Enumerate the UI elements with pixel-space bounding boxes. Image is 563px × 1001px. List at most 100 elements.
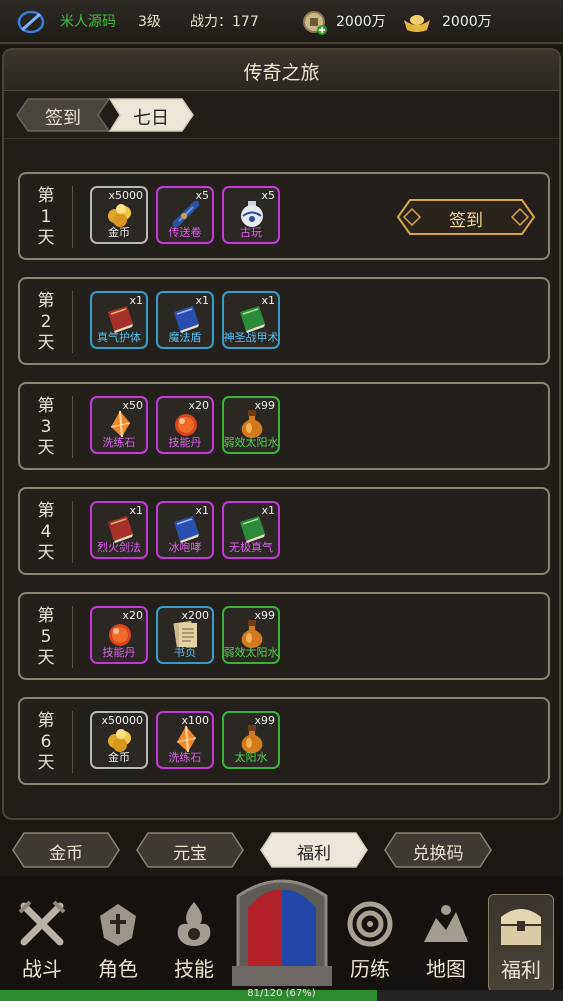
item-quantity: x20 — [188, 399, 209, 412]
day-reward-card: 第 6 天 x50000 金币 x100 洗练石 x99 太阳水 — [18, 697, 550, 785]
experience-text: 81/120 (67%) — [247, 988, 316, 999]
day-label-char: 第 — [37, 396, 55, 416]
nav-item[interactable]: 福利 — [488, 894, 554, 992]
shop-tab[interactable]: 兑换码 — [384, 832, 492, 868]
reward-item[interactable]: x5 传送卷 — [156, 186, 214, 244]
day-reward-card: 第 1 天 x5000 金币 x5 传送卷 x5 古玩 签到 — [18, 172, 550, 260]
divider — [72, 606, 73, 668]
item-name: 魔法盾 — [168, 331, 202, 344]
item-quantity: x1 — [261, 504, 275, 517]
item-quantity: x100 — [181, 714, 209, 727]
reward-item[interactable]: x5000 金币 — [90, 186, 148, 244]
day-label-char: 天 — [37, 648, 55, 668]
shop-tab-label: 金币 — [49, 844, 83, 864]
item-name: 金币 — [108, 226, 130, 239]
nav-label: 技能 — [174, 957, 214, 981]
nav-label: 福利 — [501, 958, 541, 982]
nav-item[interactable] — [232, 876, 332, 990]
item-name: 技能丹 — [102, 646, 136, 659]
reward-item[interactable]: x99 弱效太阳水 — [222, 606, 280, 664]
portal-gate-icon — [232, 879, 332, 986]
divider — [72, 186, 73, 248]
helmet-icon — [100, 904, 136, 946]
item-quantity: x1 — [195, 294, 209, 307]
reward-item[interactable]: x1 魔法盾 — [156, 291, 214, 349]
reward-item[interactable]: x1 神圣战甲术 — [222, 291, 280, 349]
claim-sign-in-button[interactable]: 签到 — [396, 198, 536, 236]
player-level: 3级 — [138, 14, 161, 30]
reward-item[interactable]: x20 技能丹 — [90, 606, 148, 664]
nav-item[interactable]: 技能 — [162, 894, 226, 990]
nav-item[interactable]: 角色 — [86, 894, 150, 990]
divider — [72, 711, 73, 773]
flame-icon — [177, 902, 211, 946]
reward-item[interactable]: x1 烈火剑法 — [90, 501, 148, 559]
item-quantity: x200 — [181, 609, 209, 622]
divider — [72, 501, 73, 563]
item-quantity: x99 — [254, 609, 275, 622]
legend-journey-panel: 传奇之旅 签到 七日 第 1 天 x5000 金币 x5 传送卷 x5 古玩 签到第 2 天 x1 真气护… — [2, 48, 561, 820]
reward-item[interactable]: x200 书页 — [156, 606, 214, 664]
reward-item[interactable]: x1 冰咆哮 — [156, 501, 214, 559]
day-label: 第2天 — [32, 291, 60, 354]
reward-item[interactable]: x100 洗练石 — [156, 711, 214, 769]
day-label-char: 4 — [40, 522, 52, 542]
coin-icon[interactable] — [302, 10, 328, 36]
treasure-chest-icon — [501, 909, 541, 945]
reward-item[interactable]: x1 无极真气 — [222, 501, 280, 559]
shop-tab-label: 福利 — [297, 844, 331, 864]
item-name: 无极真气 — [229, 541, 273, 554]
reward-item[interactable]: x99 太阳水 — [222, 711, 280, 769]
server-swirl-icon[interactable] — [16, 8, 46, 36]
reward-item[interactable]: x99 弱效太阳水 — [222, 396, 280, 454]
item-name: 技能丹 — [168, 436, 202, 449]
nav-item[interactable]: 战斗 — [10, 894, 74, 990]
day-reward-card: 第 2 天 x1 真气护体 x1 魔法盾 x1 神圣战甲术 — [18, 277, 550, 365]
shop-tab[interactable]: 元宝 — [136, 832, 244, 868]
tab-seven-days-label: 七日 — [133, 108, 169, 129]
nav-label: 地图 — [426, 957, 466, 981]
day-label-char: 第 — [37, 186, 55, 206]
day-label: 第1天 — [32, 186, 60, 249]
reward-item[interactable]: x50000 金币 — [90, 711, 148, 769]
item-name: 弱效太阳水 — [223, 436, 279, 449]
item-quantity: x5 — [195, 189, 209, 202]
day-label: 第3天 — [32, 396, 60, 459]
item-name: 洗练石 — [168, 751, 202, 764]
tab-seven-days[interactable]: 七日 — [108, 98, 194, 132]
divider — [72, 396, 73, 458]
day-label-char: 第 — [37, 606, 55, 626]
item-name: 烈火剑法 — [97, 541, 141, 554]
shop-tab[interactable]: 金币 — [12, 832, 120, 868]
ingot-icon[interactable] — [402, 12, 432, 34]
shop-tab[interactable]: 福利 — [260, 832, 368, 868]
day-label-char: 天 — [37, 753, 55, 773]
nav-item[interactable]: 地图 — [414, 894, 478, 990]
sub-tab-bar: 签到 七日 — [4, 90, 559, 139]
day-label: 第6天 — [32, 711, 60, 774]
day-label-char: 5 — [40, 627, 52, 647]
reward-item[interactable]: x5 古玩 — [222, 186, 280, 244]
day-label-char: 第 — [37, 291, 55, 311]
day-label-char: 第 — [37, 711, 55, 731]
item-name: 神圣战甲术 — [223, 331, 279, 344]
top-status-bar: 米人源码 3级 战力：177 2000万 2000万 — [0, 0, 563, 44]
day-label-char: 2 — [40, 312, 52, 332]
day-label: 第5天 — [32, 606, 60, 669]
reward-item[interactable]: x20 技能丹 — [156, 396, 214, 454]
tab-sign-in[interactable]: 签到 — [16, 98, 110, 132]
player-name[interactable]: 米人源码 — [60, 13, 116, 31]
item-name: 古玩 — [240, 226, 262, 239]
day-label-char: 6 — [40, 732, 52, 752]
item-name: 传送卷 — [168, 226, 202, 239]
experience-bar: 81/120 (67%) — [0, 988, 563, 1001]
item-quantity: x50 — [122, 399, 143, 412]
reward-item[interactable]: x50 洗练石 — [90, 396, 148, 454]
item-quantity: x99 — [254, 399, 275, 412]
nav-item[interactable]: 历练 — [338, 894, 402, 990]
coin-amount: 2000万 — [336, 14, 386, 30]
reward-item[interactable]: x1 真气护体 — [90, 291, 148, 349]
item-name: 冰咆哮 — [168, 541, 202, 554]
day-label-char: 1 — [40, 207, 52, 227]
day-label-char: 天 — [37, 438, 55, 458]
